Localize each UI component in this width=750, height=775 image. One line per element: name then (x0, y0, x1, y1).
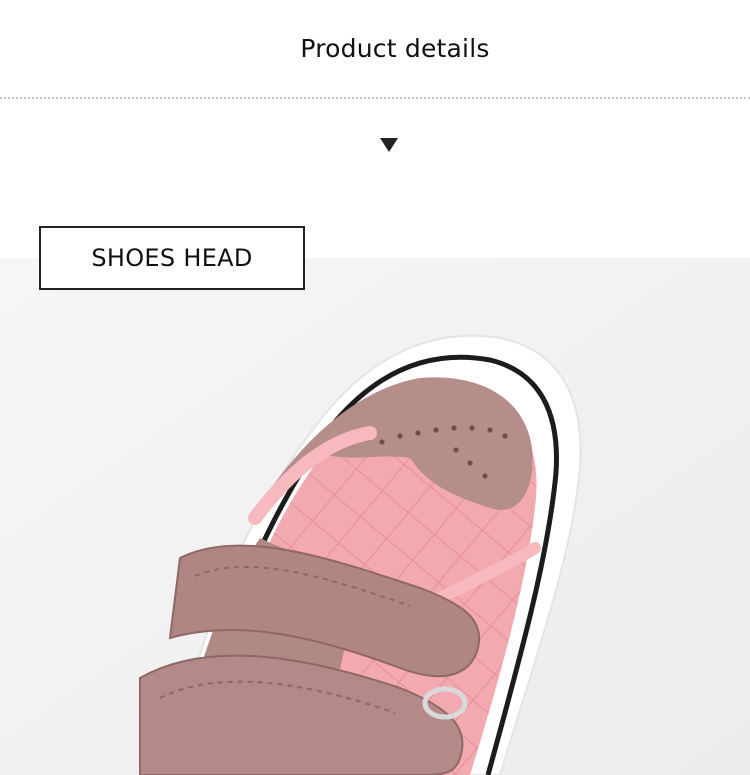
section-label-box: SHOES HEAD (39, 226, 305, 290)
section-label: SHOES HEAD (91, 244, 253, 272)
down-arrow-icon (380, 138, 398, 152)
product-photo (0, 258, 750, 775)
page-title: Product details (300, 34, 490, 63)
dotted-divider (0, 97, 750, 99)
sneaker-illustration (0, 258, 750, 775)
